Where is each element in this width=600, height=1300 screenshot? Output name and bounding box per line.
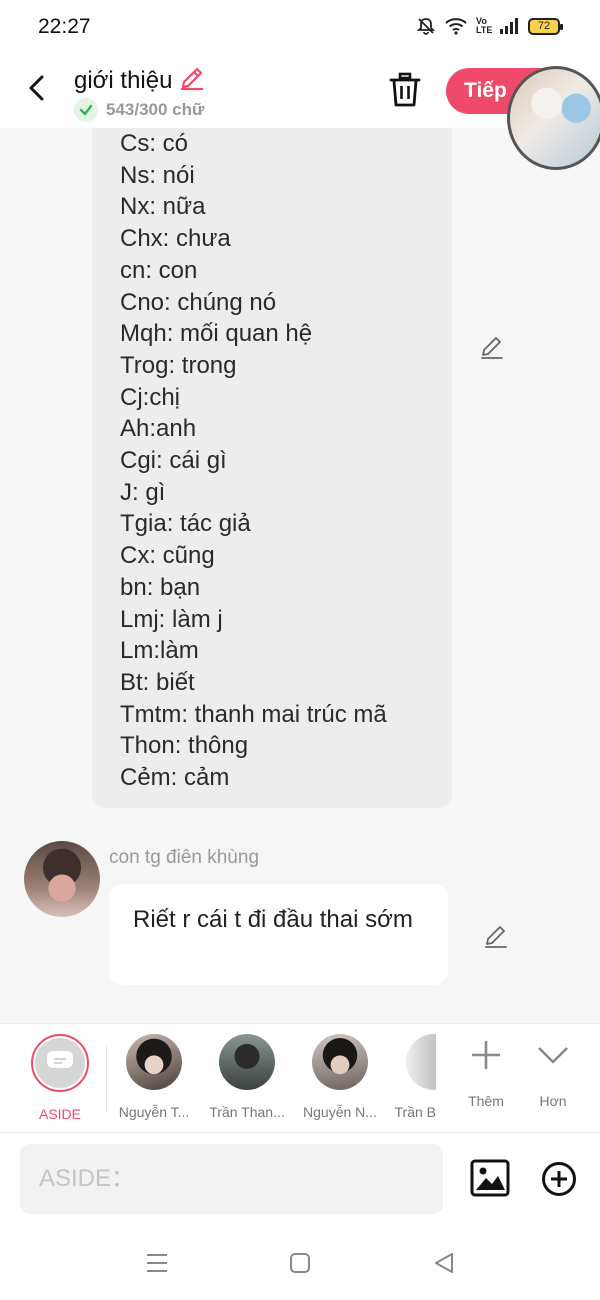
- character-label: Trần Than...: [209, 1104, 285, 1120]
- abbreviation-list: Cs: có Ns: nói Nx: nữa Chx: chưa cn: con Cno:…: [120, 128, 452, 794]
- abbreviation-line: Lm:làm: [120, 637, 199, 665]
- system-nav-bar: [0, 1225, 600, 1300]
- edit-title-icon[interactable]: [178, 64, 206, 97]
- character-avatar: [126, 1034, 182, 1090]
- chat-area[interactable]: Cs: có Ns: nói Nx: nữa Chx: chưa cn: con Cno:…: [0, 128, 600, 1023]
- word-count: 543/300 chữ: [106, 100, 205, 119]
- word-count-row: 543/300 chữ: [74, 98, 204, 122]
- message-input[interactable]: ASIDE：: [20, 1144, 443, 1214]
- sender-avatar[interactable]: [24, 841, 100, 917]
- page-title: giới thiệu: [74, 66, 173, 94]
- wifi-icon: [445, 17, 467, 35]
- abbreviation-line: Lmj: làm j: [120, 605, 223, 633]
- add-content-button[interactable]: [541, 1161, 577, 1197]
- character-item[interactable]: Trần Than...: [202, 1034, 292, 1120]
- back-button[interactable]: [22, 72, 54, 104]
- title-row: giới thiệu: [74, 64, 206, 97]
- status-time: 22:27: [38, 15, 91, 38]
- abbreviation-line: Cj:chị: [120, 383, 181, 411]
- abbreviation-line: Cs: có: [120, 130, 189, 157]
- plus-icon: [469, 1041, 503, 1076]
- abbreviation-line: Tgia: tác giả: [120, 510, 251, 538]
- composer-bar: ASIDE：: [0, 1133, 600, 1225]
- abbreviation-line: Cx: cũng: [120, 542, 215, 570]
- abbreviation-line: Cgi: cái gì: [120, 447, 227, 475]
- narration-bubble[interactable]: Cs: có Ns: nói Nx: nữa Chx: chưa cn: con Cno:…: [92, 128, 452, 808]
- abbreviation-line: Bt: biết: [120, 668, 195, 696]
- more-characters-label: Hơn: [539, 1093, 567, 1109]
- character-item[interactable]: Nguyễn T...: [109, 1034, 199, 1120]
- sender-name: con tg điên khùng: [109, 847, 260, 868]
- character-label: Trần B: [394, 1104, 437, 1120]
- character-avatar: [219, 1034, 275, 1090]
- abbreviation-line: J: gì: [120, 478, 166, 506]
- abbreviation-line: Trog: trong: [120, 351, 237, 379]
- check-icon: [74, 98, 98, 122]
- abbreviation-line: Nx: nữa: [120, 193, 206, 221]
- abbreviation-line: Cẻm: cảm: [120, 764, 230, 792]
- abbreviation-line: bn: bạn: [120, 573, 201, 601]
- chat-bubble-icon: [46, 1049, 74, 1078]
- character-item[interactable]: Nguyễn N...: [295, 1034, 385, 1120]
- divider: [106, 1046, 107, 1112]
- menu-nav-icon[interactable]: [145, 1251, 169, 1275]
- editor-header: giới thiệu 543/300 chữ Tiếp: [0, 56, 600, 170]
- character-label: Nguyễn T...: [118, 1104, 190, 1120]
- signal-icon: [499, 18, 519, 34]
- abbreviation-line: Chx: chưa: [120, 225, 231, 253]
- volte-icon: Vo LTE: [476, 16, 493, 35]
- status-bar: 22:27 Vo LTE 72: [0, 0, 600, 56]
- character-item[interactable]: Trần B: [390, 1034, 436, 1120]
- character-label: Nguyễn N...: [303, 1104, 377, 1120]
- battery-icon: 72: [528, 17, 563, 35]
- mute-bell-icon: [416, 16, 436, 36]
- aside-avatar: [31, 1034, 89, 1092]
- message-bubble[interactable]: Riết r cái t đi đầu thai sớm: [109, 884, 448, 985]
- home-nav-icon[interactable]: [288, 1251, 312, 1275]
- insert-image-button[interactable]: [470, 1159, 510, 1197]
- character-avatar: [406, 1034, 436, 1090]
- character-label: ASIDE: [38, 1106, 81, 1122]
- story-editor-screen: 22:27 Vo LTE 72 giới thiệu 543/300 chữ T…: [0, 0, 600, 1300]
- delete-button[interactable]: [388, 72, 422, 108]
- add-character-button[interactable]: Thêm: [456, 1038, 516, 1109]
- abbreviation-line: Thon: thông: [120, 732, 249, 760]
- abbreviation-line: Cno: chúng nó: [120, 288, 277, 316]
- add-character-label: Thêm: [468, 1093, 504, 1109]
- abbreviation-line: Ns: nói: [120, 161, 195, 189]
- edit-message-icon[interactable]: [482, 922, 510, 950]
- abbreviation-line: cn: con: [120, 256, 198, 284]
- abbreviation-line: Tmtm: thanh mai trúc mã: [120, 700, 387, 728]
- chevron-down-icon: [536, 1047, 570, 1076]
- abbreviation-line: Ah:anh: [120, 415, 197, 443]
- character-avatar: [312, 1034, 368, 1090]
- abbreviation-line: Mqh: mối quan hệ: [120, 320, 313, 348]
- edit-narration-icon[interactable]: [478, 333, 506, 361]
- status-icons: Vo LTE 72: [416, 16, 563, 36]
- character-picker: ASIDE Nguyễn T... Trần Than... Nguyễn N.…: [0, 1023, 600, 1133]
- more-characters-button[interactable]: Hơn: [523, 1038, 583, 1109]
- character-aside[interactable]: ASIDE: [15, 1034, 105, 1122]
- back-nav-icon[interactable]: [432, 1251, 456, 1275]
